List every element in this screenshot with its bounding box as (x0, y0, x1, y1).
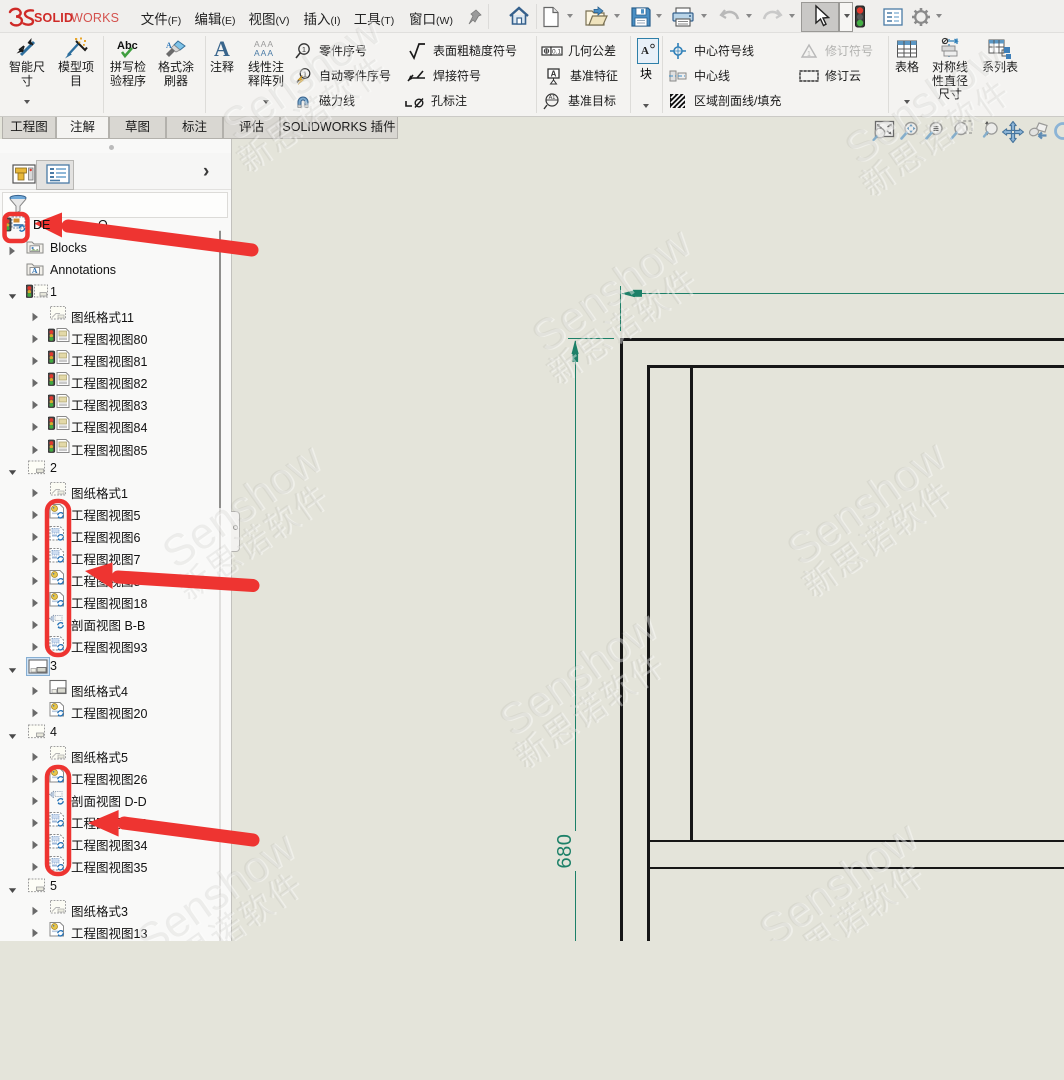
svg-text:A: A (641, 45, 649, 57)
svg-text:A: A (32, 266, 38, 275)
svg-text:A: A (551, 69, 557, 78)
svg-text:0.1: 0.1 (552, 48, 561, 55)
svg-text:AAA: AAA (254, 48, 274, 58)
svg-text:1: 1 (302, 45, 306, 54)
svg-text:1: 1 (303, 71, 307, 78)
svg-text:1: 1 (807, 51, 811, 58)
svg-text:A1: A1 (549, 95, 556, 101)
